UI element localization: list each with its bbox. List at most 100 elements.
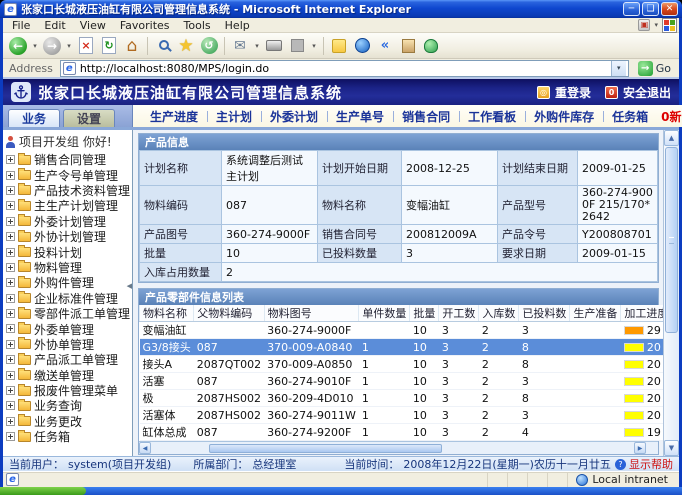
refresh-button[interactable]: ↻: [98, 35, 120, 57]
back-button[interactable]: ←: [7, 35, 29, 57]
expand-icon[interactable]: [6, 201, 15, 210]
scroll-left-icon[interactable]: ◀: [139, 442, 151, 454]
history-button[interactable]: ↺: [198, 35, 220, 57]
mail-dropdown[interactable]: ▾: [252, 35, 262, 57]
menu-item[interactable]: File: [5, 19, 37, 32]
scroll-down-icon[interactable]: ▼: [664, 440, 679, 456]
search-button[interactable]: [152, 35, 174, 57]
tree-item[interactable]: 零部件派工单管理: [3, 306, 132, 321]
media-globe-button[interactable]: [351, 35, 373, 57]
scroll-thumb[interactable]: [209, 444, 442, 453]
part-row[interactable]: 极 2087HS002 360-209-4D010 1 10 3 2 8: [140, 390, 664, 407]
go-button[interactable]: → Go: [633, 61, 676, 76]
nav-link[interactable]: 工作看板: [459, 108, 525, 125]
column-header[interactable]: 开工数: [439, 305, 479, 322]
mail-button[interactable]: ✉: [229, 35, 251, 57]
expand-icon[interactable]: [6, 232, 15, 241]
tab-business[interactable]: 业务: [8, 109, 60, 127]
edit-dropdown[interactable]: ▾: [309, 35, 319, 57]
part-row[interactable]: 活塞体 2087HS002 360-274-9011W 1 10 3 2 3: [140, 407, 664, 424]
back-dropdown[interactable]: ▾: [30, 35, 40, 57]
tree-item[interactable]: 企业标准件管理: [3, 291, 132, 306]
print-button[interactable]: [263, 35, 285, 57]
expand-icon[interactable]: [6, 171, 15, 180]
address-dropdown-icon[interactable]: ▾: [611, 61, 626, 76]
nav-link[interactable]: 主计划: [207, 108, 261, 125]
msn-arrow-button[interactable]: «: [374, 35, 396, 57]
tree-item[interactable]: 外购件管理: [3, 275, 132, 290]
expand-icon[interactable]: [6, 217, 15, 226]
toolbar-brand-icon[interactable]: ▣: [638, 19, 650, 31]
menu-item[interactable]: Tools: [177, 19, 218, 32]
tree-item[interactable]: 缴送单管理: [3, 367, 132, 382]
logout-button[interactable]: 0 安全退出: [605, 84, 671, 101]
menu-item[interactable]: Help: [218, 19, 257, 32]
forward-button[interactable]: →: [41, 35, 63, 57]
tree-item[interactable]: 产品派工单管理: [3, 352, 132, 367]
nav-link[interactable]: 外委计划: [261, 108, 327, 125]
expand-icon[interactable]: [6, 340, 15, 349]
address-input[interactable]: e http://localhost:8080/MPS/login.do ▾: [60, 60, 629, 77]
tree-item[interactable]: 主生产计划管理: [3, 198, 132, 213]
column-header[interactable]: 单件数量: [359, 305, 410, 322]
menu-item[interactable]: View: [73, 19, 113, 32]
home-button[interactable]: ⌂: [121, 35, 143, 57]
part-row[interactable]: 活塞 087 360-274-9010F 1 10 3 2 3: [140, 373, 664, 390]
expand-icon[interactable]: [6, 248, 15, 257]
show-help-link[interactable]: ? 显示帮助: [615, 456, 673, 471]
tree-item[interactable]: 销售合同管理: [3, 152, 132, 167]
nav-link[interactable]: 生产单号: [327, 108, 393, 125]
column-header[interactable]: 父物料编码: [194, 305, 264, 322]
favorites-button[interactable]: ★: [175, 35, 197, 57]
stop-button[interactable]: ×: [75, 35, 97, 57]
column-header[interactable]: 物料名称: [140, 305, 194, 322]
tree-item[interactable]: 物料管理: [3, 260, 132, 275]
tree-item[interactable]: 任务箱: [3, 429, 132, 444]
discussions-button[interactable]: [328, 35, 350, 57]
part-row[interactable]: 变幅油缸 360-274-9000F 10 3 2 3: [140, 322, 664, 339]
forward-dropdown[interactable]: ▾: [64, 35, 74, 57]
menu-item[interactable]: Favorites: [113, 19, 177, 32]
expand-icon[interactable]: [6, 432, 15, 441]
tree-item[interactable]: 业务更改: [3, 414, 132, 429]
maximize-button[interactable]: ❑: [642, 2, 659, 16]
messenger-button[interactable]: [420, 35, 442, 57]
minimize-button[interactable]: ─: [623, 2, 640, 16]
tree-item[interactable]: 外委单管理: [3, 321, 132, 336]
scroll-up-icon[interactable]: ▲: [664, 130, 679, 146]
column-header[interactable]: 加工进度: [621, 305, 663, 322]
menu-item[interactable]: Edit: [37, 19, 72, 32]
column-header[interactable]: 生产准备: [570, 305, 621, 322]
edit-button[interactable]: [286, 35, 308, 57]
nav-link[interactable]: 任务箱: [603, 108, 657, 125]
splitter-collapse-icon[interactable]: ◀: [127, 282, 132, 290]
window-titlebar[interactable]: e 张家口长城液压油缸有限公司管理信息系统 - Microsoft Intern…: [0, 0, 682, 18]
close-button[interactable]: ✕: [661, 2, 678, 16]
tab-settings[interactable]: 设置: [63, 109, 115, 127]
expand-icon[interactable]: [6, 309, 15, 318]
page-vscrollbar[interactable]: ▲ ▼: [663, 130, 679, 456]
expand-icon[interactable]: [6, 263, 15, 272]
nav-link[interactable]: 生产进度: [141, 108, 207, 125]
expand-icon[interactable]: [6, 386, 15, 395]
expand-icon[interactable]: [6, 324, 15, 333]
column-header[interactable]: 已投料数: [519, 305, 570, 322]
part-row[interactable]: 接头A 2087QT002 370-009-A0850 1 10 3 2 8: [140, 356, 664, 373]
nav-link[interactable]: 销售合同: [393, 108, 459, 125]
tree-item[interactable]: 投料计划: [3, 244, 132, 259]
nav-link[interactable]: 外购件库存: [525, 108, 603, 125]
expand-icon[interactable]: [6, 371, 15, 380]
expand-icon[interactable]: [6, 401, 15, 410]
scroll-right-icon[interactable]: ▶: [634, 442, 646, 454]
tree-item[interactable]: 产品技术资料管理: [3, 183, 132, 198]
part-row[interactable]: 缸体总成 087 360-274-9200F 1 10 3 2 4: [140, 424, 664, 441]
tree-item[interactable]: 业务查询: [3, 398, 132, 413]
part-row[interactable]: G3/8接头 087 370-009-A0840 1 10 3 2 8: [140, 339, 664, 356]
column-header[interactable]: 批量: [410, 305, 439, 322]
expand-icon[interactable]: [6, 155, 15, 164]
tree-item[interactable]: 外委计划管理: [3, 214, 132, 229]
tree-item[interactable]: 外协单管理: [3, 337, 132, 352]
tree-item[interactable]: 生产令号单管理: [3, 167, 132, 182]
expand-icon[interactable]: [6, 278, 15, 287]
expand-icon[interactable]: [6, 355, 15, 364]
